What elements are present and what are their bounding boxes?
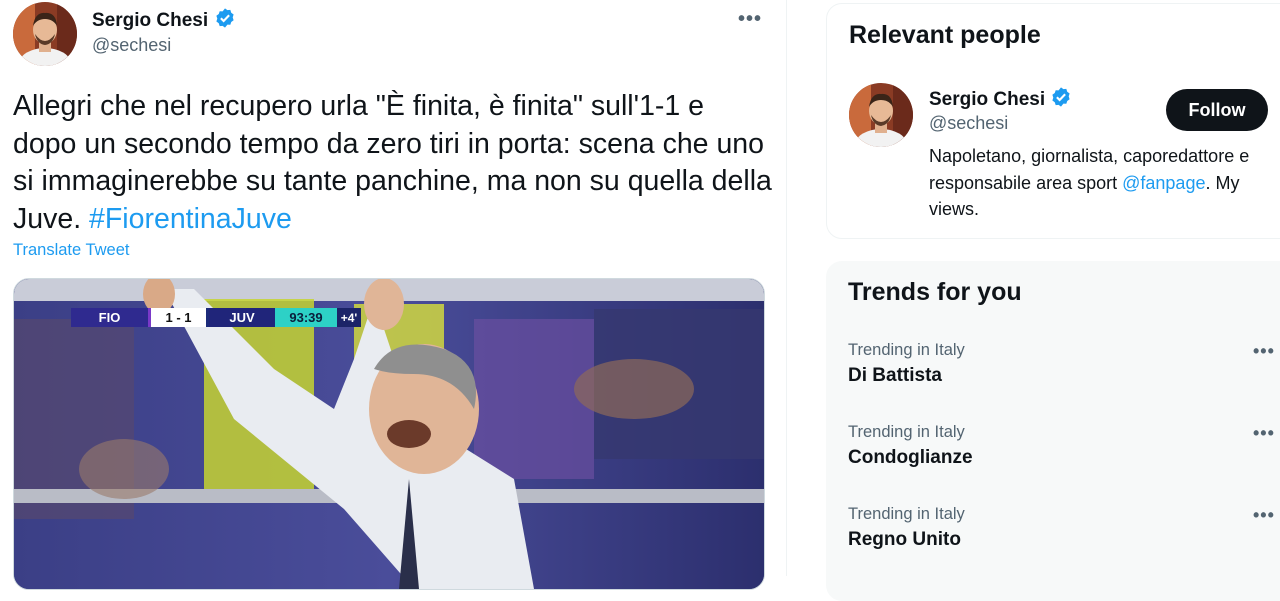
added-time: +4' [337, 308, 361, 327]
bio-mention-link[interactable]: @fanpage [1122, 173, 1205, 193]
match-time: 93:39 [275, 308, 337, 327]
more-icon[interactable]: ••• [1253, 423, 1275, 444]
translate-tweet-link[interactable]: Translate Tweet [13, 241, 129, 260]
home-team: FIO [71, 308, 148, 327]
away-team: JUV [209, 308, 275, 327]
relevant-people-title: Relevant people [849, 21, 1041, 49]
trends-title: Trends for you [848, 278, 1022, 306]
tweet-media[interactable]: FIO 1 - 1 JUV 93:39 +4' [13, 278, 765, 590]
author-handle[interactable]: @sechesi [92, 35, 171, 56]
trend-item[interactable]: Trending in Italy Regno Unito ••• [848, 505, 1274, 551]
trend-item[interactable]: Trending in Italy Condoglianze ••• [848, 423, 1274, 469]
person-bio: Napoletano, giornalista, caporedattore e… [929, 143, 1259, 223]
match-score: 1 - 1 [148, 308, 209, 327]
trend-name: Regno Unito [848, 529, 961, 550]
trend-name: Di Battista [848, 365, 942, 386]
more-icon[interactable]: ••• [738, 8, 762, 31]
trend-context: Trending in Italy [848, 505, 965, 523]
column-divider [786, 0, 787, 576]
verified-badge-icon [214, 7, 236, 34]
more-icon[interactable]: ••• [1253, 505, 1275, 526]
author-avatar[interactable] [13, 2, 77, 66]
trend-name: Condoglianze [848, 447, 973, 468]
trend-item[interactable]: Trending in Italy Di Battista ••• [848, 341, 1274, 387]
trends-card: Trends for you Trending in Italy Di Batt… [826, 261, 1280, 601]
relevant-people-card: Relevant people Sergio Chesi @sechesi Na… [826, 3, 1280, 239]
person-name-row: Sergio Chesi [929, 86, 1072, 113]
more-icon[interactable]: ••• [1253, 341, 1275, 362]
tweet-text: Allegri che nel recupero urla "È finita,… [13, 88, 773, 238]
author-name-row: Sergio Chesi [92, 7, 236, 34]
follow-button[interactable]: Follow [1166, 89, 1268, 131]
person-avatar[interactable] [849, 83, 913, 147]
person-handle[interactable]: @sechesi [929, 113, 1008, 134]
author-name[interactable]: Sergio Chesi [92, 10, 208, 32]
hashtag-link[interactable]: #FiorentinaJuve [89, 203, 292, 235]
trend-context: Trending in Italy [848, 423, 965, 441]
tweet: Sergio Chesi @sechesi ••• Allegri che ne… [0, 0, 786, 590]
verified-badge-icon [1050, 86, 1072, 113]
person-name[interactable]: Sergio Chesi [929, 89, 1045, 111]
trend-context: Trending in Italy [848, 341, 965, 359]
scoreboard: FIO 1 - 1 JUV 93:39 +4' [71, 308, 361, 327]
